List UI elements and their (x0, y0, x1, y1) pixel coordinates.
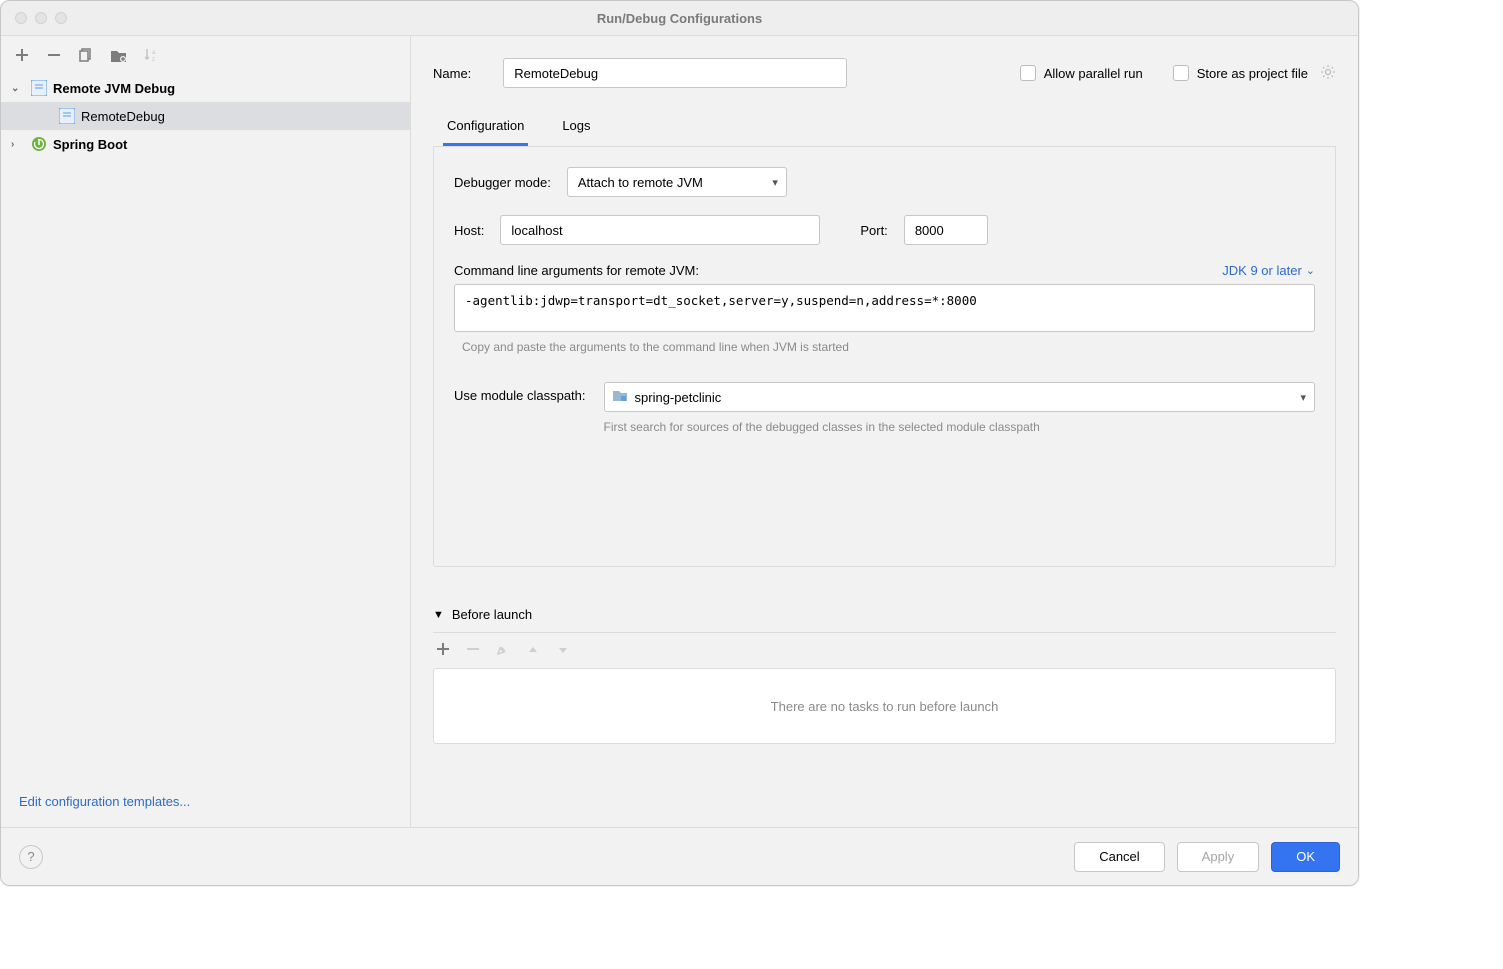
dialog-body: az ⌄ Remote JVM Debug RemoteDebug (1, 35, 1358, 827)
sidebar-toolbar: az (1, 36, 410, 72)
up-icon[interactable] (527, 643, 539, 658)
configuration-panel: Debugger mode: Attach to remote JVM ▾ Ho… (433, 147, 1336, 567)
remove-icon[interactable] (467, 643, 479, 658)
name-label: Name: (433, 66, 471, 81)
add-icon[interactable] (15, 46, 29, 62)
down-icon[interactable] (557, 643, 569, 658)
edit-icon[interactable] (497, 643, 509, 658)
select-value: spring-petclinic (635, 390, 722, 405)
options-group: Allow parallel run Store as project file (1020, 64, 1336, 83)
before-launch-toolbar (433, 633, 1336, 668)
chevron-right-icon: › (11, 139, 25, 150)
checkbox-label: Store as project file (1197, 66, 1308, 81)
module-classpath-select[interactable]: spring-petclinic ▾ (604, 382, 1315, 412)
chevron-down-icon: ▾ (772, 176, 778, 189)
name-row: Name: Allow parallel run Store as projec… (433, 58, 1336, 88)
before-launch-section: ▼ Before launch There are no tasks to ru… (433, 603, 1336, 744)
tabs: Configuration Logs (433, 110, 1336, 147)
cancel-button[interactable]: Cancel (1074, 842, 1164, 872)
chevron-down-icon: ⌄ (11, 83, 25, 94)
select-value: Attach to remote JVM (578, 175, 703, 190)
chevron-down-icon: ▾ (1300, 391, 1306, 404)
port-input[interactable] (904, 215, 988, 245)
dialog-window: Run/Debug Configurations az (0, 0, 1359, 886)
cmd-header-row: Command line arguments for remote JVM: J… (454, 263, 1315, 278)
remote-debug-icon (31, 80, 47, 97)
host-input[interactable] (500, 215, 820, 245)
store-project-checkbox[interactable]: Store as project file (1173, 64, 1336, 83)
before-launch-header[interactable]: ▼ Before launch (433, 603, 1336, 633)
cmd-args-hint: Copy and paste the arguments to the comm… (462, 340, 1315, 354)
checkbox[interactable] (1020, 65, 1036, 81)
module-classpath-label: Use module classpath: (454, 382, 586, 403)
sidebar: az ⌄ Remote JVM Debug RemoteDebug (1, 36, 411, 827)
copy-icon[interactable] (79, 46, 93, 62)
link-text: JDK 9 or later (1222, 263, 1301, 278)
apply-button[interactable]: Apply (1177, 842, 1260, 872)
tree-label: Spring Boot (53, 137, 127, 152)
checkbox[interactable] (1173, 65, 1189, 81)
remove-icon[interactable] (47, 46, 61, 62)
host-port-row: Host: Port: (454, 215, 1315, 245)
tab-configuration[interactable]: Configuration (443, 110, 528, 146)
module-row: Use module classpath: spring-petclinic ▾… (454, 382, 1315, 434)
save-template-icon[interactable] (111, 46, 126, 61)
port-label: Port: (860, 223, 887, 238)
svg-text:z: z (152, 57, 155, 62)
cmd-args-label: Command line arguments for remote JVM: (454, 263, 699, 278)
tree-label: Remote JVM Debug (53, 81, 175, 96)
debugger-mode-select[interactable]: Attach to remote JVM ▾ (567, 167, 787, 197)
spring-boot-icon (31, 136, 47, 153)
triangle-down-icon: ▼ (433, 609, 444, 621)
tree-item-remote-jvm[interactable]: ⌄ Remote JVM Debug (1, 74, 410, 102)
tab-logs[interactable]: Logs (558, 110, 594, 146)
host-label: Host: (454, 223, 484, 238)
tree-item-spring-boot[interactable]: › Spring Boot (1, 130, 410, 158)
config-tree: ⌄ Remote JVM Debug RemoteDebug › (1, 72, 410, 784)
remote-debug-icon (59, 108, 75, 125)
debugger-mode-label: Debugger mode: (454, 175, 551, 190)
svg-text:a: a (152, 50, 156, 56)
module-hint: First search for sources of the debugged… (604, 420, 1044, 434)
dialog-footer: ? Cancel Apply OK (1, 827, 1358, 885)
debugger-mode-row: Debugger mode: Attach to remote JVM ▾ (454, 167, 1315, 197)
empty-text: There are no tasks to run before launch (771, 699, 999, 714)
before-launch-list: There are no tasks to run before launch (433, 668, 1336, 744)
name-input[interactable] (503, 58, 847, 88)
module-icon (613, 389, 627, 406)
edit-templates-link[interactable]: Edit configuration templates... (1, 784, 410, 827)
titlebar: Run/Debug Configurations (1, 1, 1358, 35)
footer-buttons: Cancel Apply OK (1074, 842, 1340, 872)
section-title: Before launch (452, 607, 532, 622)
add-icon[interactable] (437, 643, 449, 658)
help-button[interactable]: ? (19, 845, 43, 869)
window-title: Run/Debug Configurations (1, 11, 1358, 26)
tree-item-remotedebug[interactable]: RemoteDebug (1, 102, 410, 130)
checkbox-label: Allow parallel run (1044, 66, 1143, 81)
gear-icon[interactable] (1320, 64, 1336, 83)
tree-label: RemoteDebug (81, 109, 165, 124)
cmd-args-textarea[interactable]: -agentlib:jdwp=transport=dt_socket,serve… (454, 284, 1315, 332)
allow-parallel-checkbox[interactable]: Allow parallel run (1020, 65, 1143, 81)
jdk-version-link[interactable]: JDK 9 or later ⌄ (1222, 263, 1315, 278)
sort-alpha-icon[interactable]: az (144, 46, 160, 62)
chevron-down-icon: ⌄ (1306, 264, 1315, 277)
ok-button[interactable]: OK (1271, 842, 1340, 872)
main-panel: Name: Allow parallel run Store as projec… (411, 36, 1358, 827)
